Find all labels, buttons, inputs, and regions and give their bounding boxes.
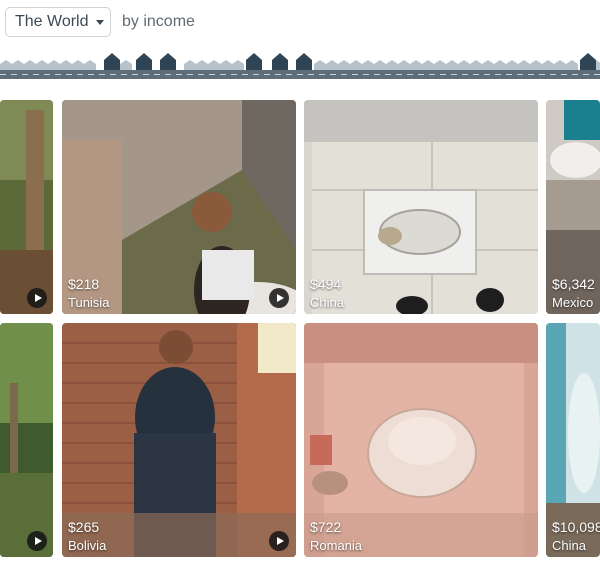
image-tile[interactable]: $10,098 China	[546, 323, 600, 557]
country-label: Tunisia	[68, 295, 110, 310]
image-tile[interactable]: $218 Tunisia	[62, 100, 296, 314]
country-label: China	[552, 538, 586, 553]
image-tile[interactable]	[0, 323, 53, 557]
image-tile[interactable]: $722 Romania	[304, 323, 538, 557]
image-tile[interactable]: $6,342 Mexico	[546, 100, 600, 314]
play-icon[interactable]	[269, 288, 289, 308]
country-label: Romania	[310, 538, 363, 553]
play-icon[interactable]	[269, 531, 289, 551]
play-icon[interactable]	[27, 531, 47, 551]
image-tile[interactable]: $494 China	[304, 100, 538, 314]
photo	[0, 100, 53, 314]
play-icon[interactable]	[27, 288, 47, 308]
photo	[0, 323, 53, 557]
country-label: Mexico	[552, 295, 594, 310]
image-grid: $218 Tunisia $494 China $6,342 Mexico $2…	[0, 0, 600, 561]
country-label: Bolivia	[68, 538, 107, 553]
income-label: $218	[68, 276, 100, 292]
income-label: $494	[310, 276, 342, 292]
income-label: $265	[68, 519, 100, 535]
income-label: $6,342	[552, 276, 595, 292]
income-label: $10,098	[552, 519, 600, 535]
image-tile[interactable]	[0, 100, 53, 314]
image-tile[interactable]: $265 Bolivia	[62, 323, 296, 557]
income-label: $722	[310, 519, 342, 535]
country-label: China	[310, 295, 344, 310]
